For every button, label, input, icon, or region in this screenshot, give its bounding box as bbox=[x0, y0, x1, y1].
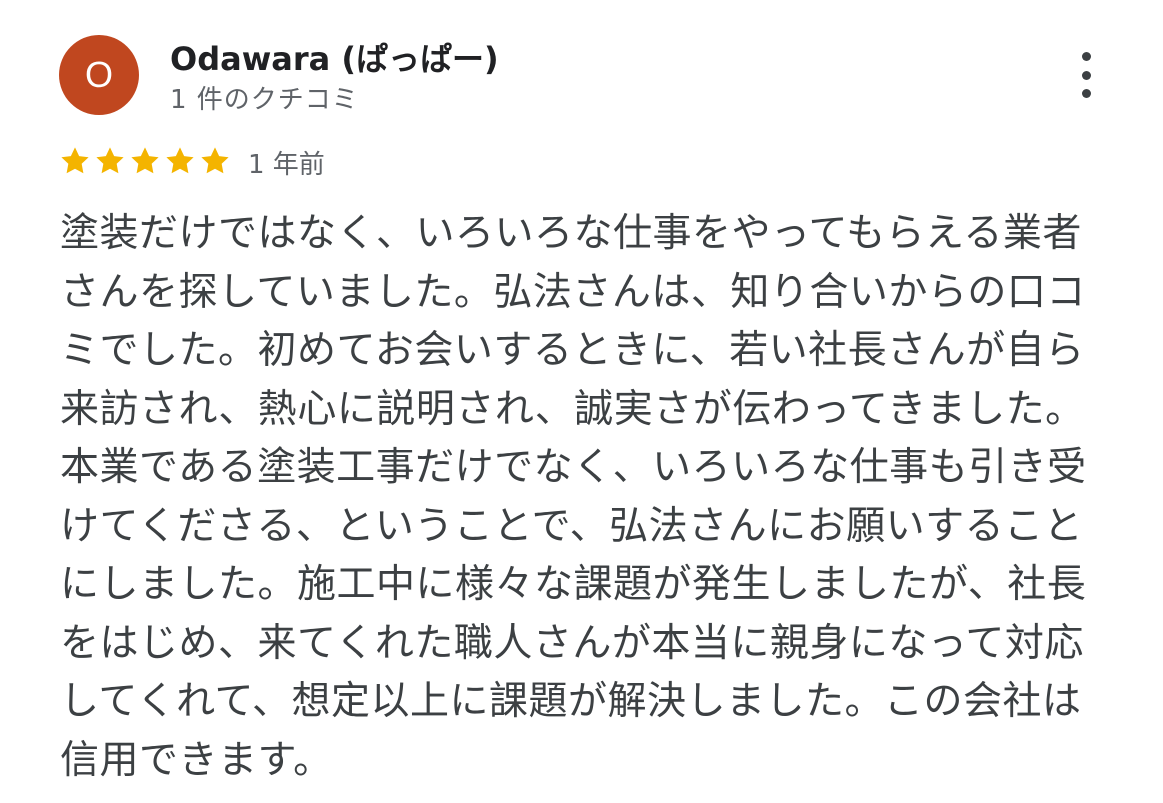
review-text-line: 信用できます。 bbox=[60, 737, 333, 783]
review-text-line: をはじめ、来てくれた職人さんが本当に親身になって対応 bbox=[60, 620, 1084, 666]
star-icon bbox=[61, 147, 89, 174]
review-time: 1 年前 bbox=[248, 150, 325, 180]
review-text-line: してくれて、想定以上に課題が解決しました。この会社は bbox=[60, 679, 1082, 724]
review-text-line: 本業である塗装工事だけでなく、いろいろな仕事も引き受 bbox=[60, 445, 1087, 490]
review-count: 1 件のクチコミ bbox=[170, 85, 359, 115]
more-options-button[interactable] bbox=[1068, 52, 1104, 98]
review-text-line: 来訪され、熱心に説明され、誠実さが伝わってきました。 bbox=[60, 386, 1085, 432]
review-text-line: さんを探していました。弘法さんは、知り合いからの口コ bbox=[60, 269, 1086, 315]
reviewer-name[interactable]: Odawara (ぱっぱー) bbox=[170, 34, 499, 80]
review-text: 塗装だけではなく、いろいろな仕事をやってもらえる業者 さんを探していました。弘法… bbox=[60, 205, 1100, 790]
star-icon bbox=[96, 147, 124, 174]
star-icon bbox=[201, 147, 229, 174]
more-vert-icon bbox=[1081, 52, 1091, 61]
star-icon bbox=[166, 147, 194, 174]
review-text-line: ミでした。初めてお会いするときに、若い社長さんが自ら bbox=[60, 328, 1085, 373]
star-icon bbox=[131, 147, 159, 174]
review-text-line: 塗装だけではなく、いろいろな仕事をやってもらえる業者 bbox=[60, 211, 1082, 256]
avatar[interactable]: O bbox=[59, 35, 139, 115]
star-rating bbox=[59, 145, 231, 177]
more-vert-icon bbox=[1081, 70, 1091, 80]
review-text-line: にしました。施工中に様々な課題が発生しましたが、社長 bbox=[60, 562, 1087, 607]
review-text-line: けてくださる、ということで、弘法さんにお願いすること bbox=[60, 503, 1084, 549]
more-vert-icon bbox=[1081, 89, 1091, 98]
